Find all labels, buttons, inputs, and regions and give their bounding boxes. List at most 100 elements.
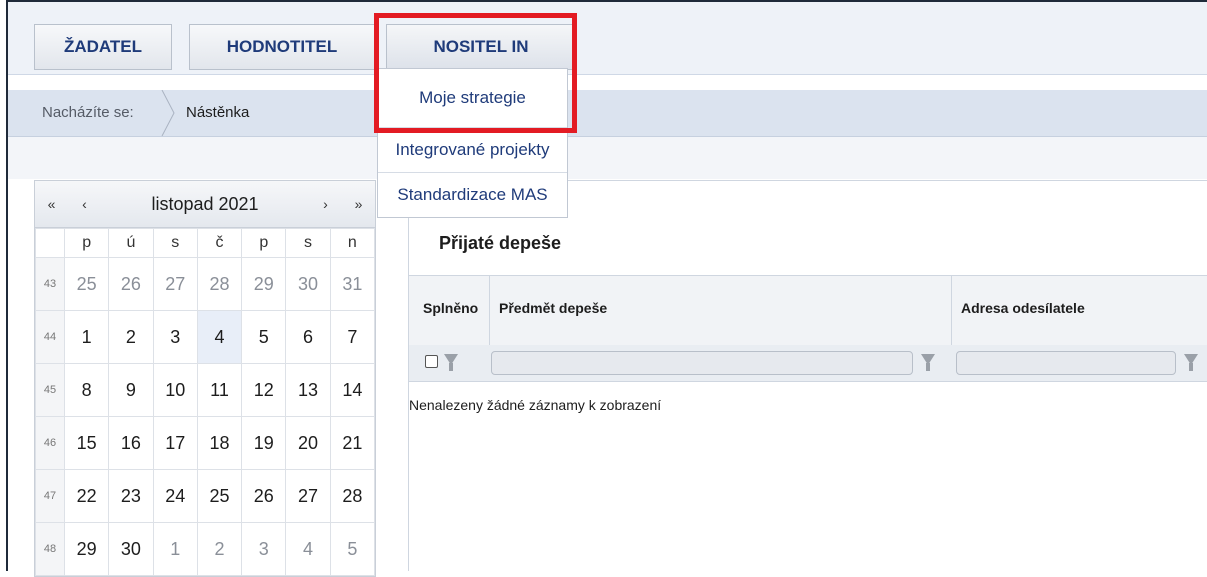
calendar-week-row: 43 25 26 27 28 29 30 31 — [35, 257, 376, 311]
calendar-day[interactable]: 21 — [329, 416, 376, 470]
week-number-header — [35, 228, 65, 258]
calendar-day[interactable]: 16 — [108, 416, 154, 470]
calendar-body: 43 25 26 27 28 29 30 31 44 1 2 3 4 5 6 7… — [35, 257, 376, 576]
calendar-day[interactable]: 13 — [285, 363, 331, 417]
empty-message: Nenalezeny žádné záznamy k zobrazení — [409, 397, 662, 413]
top-navigation: ŽADATEL HODNOTITEL NOSITEL IN — [8, 2, 1207, 75]
calendar-first-icon[interactable]: « — [35, 181, 68, 227]
calendar-day[interactable]: 4 — [196, 310, 243, 364]
calendar-day[interactable]: 8 — [63, 363, 110, 417]
column-divider — [489, 276, 490, 346]
splneno-filter-checkbox[interactable] — [425, 355, 438, 368]
calendar-day[interactable]: 29 — [241, 257, 287, 311]
calendar-next-icon[interactable]: › — [309, 181, 342, 227]
calendar-day[interactable]: 3 — [241, 522, 287, 576]
weekday-header: č — [196, 228, 243, 258]
messages-panel: Přijaté depeše Splněno Předmět depeše Ad… — [408, 180, 1207, 571]
week-number: 46 — [35, 416, 65, 470]
column-divider — [951, 276, 952, 346]
calendar-week-row: 44 1 2 3 4 5 6 7 — [35, 310, 376, 364]
calendar-day[interactable]: 17 — [152, 416, 198, 470]
calendar-day[interactable]: 28 — [329, 469, 376, 523]
calendar-day[interactable]: 28 — [196, 257, 243, 311]
messages-filter-row — [409, 345, 1207, 382]
calendar-day[interactable]: 3 — [152, 310, 198, 364]
calendar-day[interactable]: 24 — [152, 469, 198, 523]
calendar-widget: « ‹ listopad 2021 › » p ú s č p s n 43 2… — [34, 180, 376, 577]
weekday-header: s — [285, 228, 331, 258]
calendar-day[interactable]: 22 — [63, 469, 110, 523]
calendar-day[interactable]: 14 — [329, 363, 376, 417]
adresa-filter-input[interactable] — [956, 351, 1176, 375]
nav-zadatel-button[interactable]: ŽADATEL — [34, 24, 172, 70]
calendar-day[interactable]: 7 — [329, 310, 376, 364]
filter-icon[interactable] — [1184, 354, 1198, 371]
week-number: 45 — [35, 363, 65, 417]
column-header-splneno[interactable]: Splněno — [423, 300, 478, 316]
messages-title: Přijaté depeše — [439, 233, 562, 253]
week-number: 44 — [35, 310, 65, 364]
week-number: 48 — [35, 522, 65, 576]
calendar-day[interactable]: 26 — [108, 257, 154, 311]
weekday-header: p — [63, 228, 110, 258]
column-header-adresa[interactable]: Adresa odesílatele — [961, 300, 1085, 316]
calendar-day[interactable]: 19 — [241, 416, 287, 470]
calendar-day[interactable]: 9 — [108, 363, 154, 417]
toolbar-band — [8, 137, 1207, 179]
calendar-day[interactable]: 30 — [108, 522, 154, 576]
calendar-day[interactable]: 25 — [63, 257, 110, 311]
breadcrumb-label: Nacházíte se: — [42, 104, 134, 121]
calendar-day[interactable]: 20 — [285, 416, 331, 470]
breadcrumb-separator-icon — [161, 90, 175, 136]
menu-item-integrovane-projekty[interactable]: Integrované projekty — [378, 127, 567, 172]
nav-hodnotitel-button[interactable]: HODNOTITEL — [189, 24, 375, 70]
calendar-day[interactable]: 18 — [196, 416, 243, 470]
calendar-title[interactable]: listopad 2021 — [101, 181, 309, 227]
menu-item-standardizace-mas[interactable]: Standardizace MAS — [378, 172, 567, 217]
calendar-day[interactable]: 5 — [329, 522, 376, 576]
calendar-last-icon[interactable]: » — [342, 181, 375, 227]
calendar-header: « ‹ listopad 2021 › » — [35, 181, 375, 228]
weekday-header: s — [152, 228, 198, 258]
calendar-day[interactable]: 1 — [152, 522, 198, 576]
calendar-week-row: 48 29 30 1 2 3 4 5 — [35, 522, 376, 576]
calendar-day[interactable]: 11 — [196, 363, 243, 417]
calendar-day[interactable]: 12 — [241, 363, 287, 417]
calendar-day[interactable]: 25 — [196, 469, 243, 523]
calendar-day[interactable]: 4 — [285, 522, 331, 576]
nav-nositel-button[interactable]: NOSITEL IN — [386, 24, 576, 70]
calendar-week-row: 46 15 16 17 18 19 20 21 — [35, 416, 376, 470]
weekday-header: p — [241, 228, 287, 258]
calendar-day[interactable]: 23 — [108, 469, 154, 523]
week-number: 43 — [35, 257, 65, 311]
calendar-day[interactable]: 5 — [241, 310, 287, 364]
weekday-header: ú — [108, 228, 154, 258]
calendar-day[interactable]: 30 — [285, 257, 331, 311]
calendar-day[interactable]: 29 — [63, 522, 110, 576]
breadcrumb: Nacházíte se: Nástěnka — [8, 90, 1207, 137]
nositel-dropdown-menu: Moje strategie Integrované projekty Stan… — [377, 68, 568, 218]
calendar-day[interactable]: 10 — [152, 363, 198, 417]
calendar-day[interactable]: 15 — [63, 416, 110, 470]
calendar-day[interactable]: 26 — [241, 469, 287, 523]
messages-table-header: Splněno Předmět depeše Adresa odesílatel… — [409, 275, 1207, 347]
calendar-week-row: 47 22 23 24 25 26 27 28 — [35, 469, 376, 523]
calendar-day[interactable]: 27 — [152, 257, 198, 311]
calendar-grid: p ú s č p s n 43 25 26 27 28 29 30 31 44 — [35, 228, 376, 576]
weekday-header: n — [329, 228, 376, 258]
calendar-day[interactable]: 6 — [285, 310, 331, 364]
menu-item-moje-strategie[interactable]: Moje strategie — [378, 69, 567, 127]
calendar-day[interactable]: 1 — [63, 310, 110, 364]
breadcrumb-current[interactable]: Nástěnka — [186, 104, 249, 121]
predmet-filter-input[interactable] — [491, 351, 913, 375]
calendar-prev-icon[interactable]: ‹ — [68, 181, 101, 227]
filter-icon[interactable] — [444, 354, 458, 371]
calendar-week-row: 45 8 9 10 11 12 13 14 — [35, 363, 376, 417]
calendar-day[interactable]: 2 — [196, 522, 243, 576]
filter-icon[interactable] — [921, 354, 935, 371]
column-header-predmet[interactable]: Předmět depeše — [499, 300, 607, 316]
calendar-day[interactable]: 2 — [108, 310, 154, 364]
calendar-day[interactable]: 31 — [329, 257, 376, 311]
calendar-day[interactable]: 27 — [285, 469, 331, 523]
week-number: 47 — [35, 469, 65, 523]
